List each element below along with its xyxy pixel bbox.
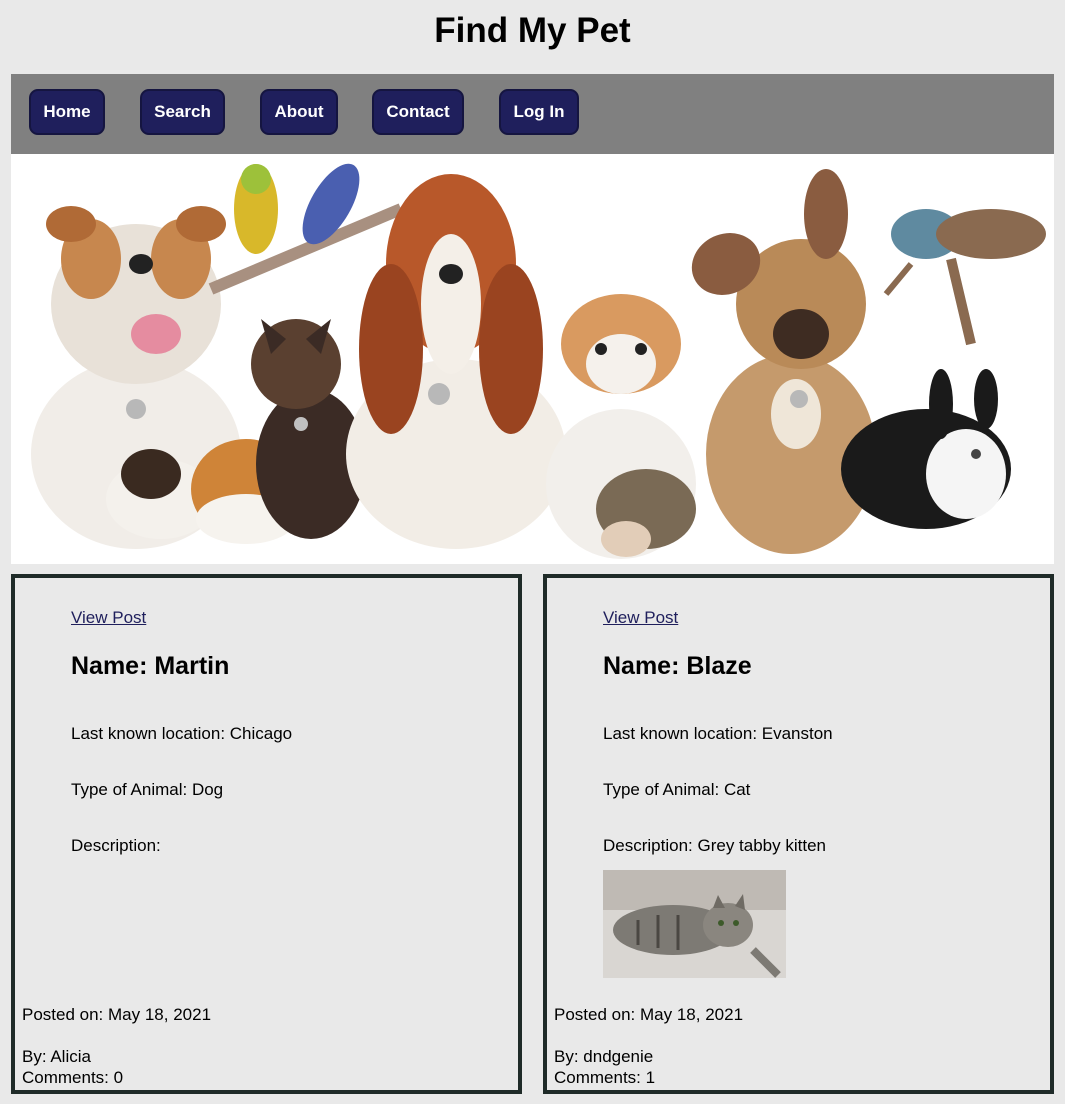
post-author: By: dndgenie: [554, 1047, 654, 1066]
nav-login-button[interactable]: Log In: [499, 89, 579, 135]
pet-name: Name: Blaze: [603, 652, 752, 680]
view-post-link[interactable]: View Post: [603, 608, 678, 628]
nav-search-button[interactable]: Search: [140, 89, 225, 135]
post-card: View Post Name: Martin Last known locati…: [11, 574, 522, 1094]
pet-type: Type of Animal: Cat: [603, 780, 751, 799]
view-post-link[interactable]: View Post: [71, 608, 146, 628]
posted-date: Posted on: May 18, 2021: [554, 1005, 744, 1024]
pet-location: Last known location: Chicago: [71, 724, 293, 743]
pets-banner-image: [11, 154, 1054, 564]
comment-count: Comments: 0: [22, 1068, 124, 1087]
posted-date: Posted on: May 18, 2021: [22, 1005, 212, 1024]
pet-description: Description:: [71, 836, 161, 855]
site-title: Find My Pet: [434, 11, 631, 50]
nav-contact-button[interactable]: Contact: [372, 89, 464, 135]
nav-home-button[interactable]: Home: [29, 89, 105, 135]
pet-location: Last known location: Evanston: [603, 724, 833, 743]
post-author: By: Alicia: [22, 1047, 91, 1066]
pets-group-icon: [11, 154, 1054, 564]
pet-description: Description: Grey tabby kitten: [603, 836, 826, 855]
pet-photo: [603, 870, 786, 978]
comment-count: Comments: 1: [554, 1068, 656, 1087]
tabby-cat-photo-icon: [603, 870, 786, 978]
page: Find My Pet Home Search About Contact Lo…: [0, 0, 1065, 1104]
nav-about-button[interactable]: About: [260, 89, 338, 135]
pet-name: Name: Martin: [71, 652, 230, 680]
navbar: Home Search About Contact Log In: [11, 74, 1054, 154]
post-card: View Post Name: Blaze Last known locatio…: [543, 574, 1054, 1094]
pet-type: Type of Animal: Dog: [71, 780, 224, 799]
